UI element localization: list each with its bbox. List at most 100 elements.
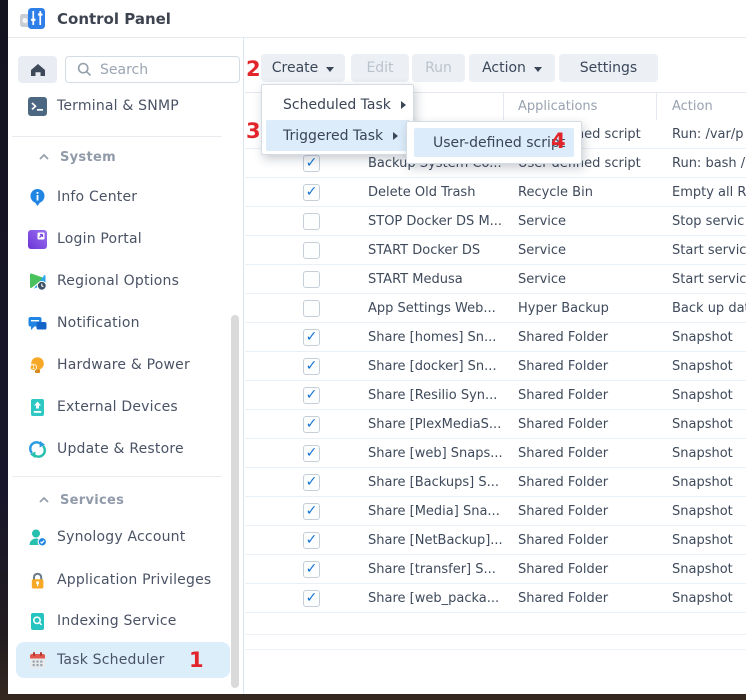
- cell-task-name: App Settings Web...: [368, 301, 496, 316]
- menu-item-triggered-task[interactable]: Triggered Task: [266, 120, 410, 151]
- sidebar-group-label: Services: [60, 493, 124, 508]
- menu-item-user-defined-script[interactable]: User-defined script: [414, 128, 574, 157]
- sidebar-item-application-privileges[interactable]: Application Privileges: [16, 563, 230, 597]
- sidebar-item-login-portal[interactable]: Login Portal: [16, 222, 230, 256]
- row-checkbox[interactable]: ✓: [303, 329, 320, 346]
- sidebar-item-terminal-snmp[interactable]: Terminal & SNMP: [16, 89, 230, 123]
- edit-button[interactable]: Edit: [351, 54, 409, 82]
- table-row[interactable]: ✓ Share [Backups] S... Shared Folder Sna…: [245, 468, 746, 497]
- cell-task-name: Share [web_packa...: [368, 591, 499, 606]
- sidebar-item-label: Regional Options: [57, 273, 179, 289]
- row-checkbox[interactable]: ✓: [303, 387, 320, 404]
- update-restore-icon: [28, 440, 47, 459]
- table-footer-line: [245, 649, 746, 650]
- action-button[interactable]: Action: [469, 54, 555, 82]
- application-privileges-icon: [28, 571, 47, 590]
- edit-button-label: Edit: [366, 60, 393, 76]
- row-checkbox[interactable]: [303, 213, 320, 230]
- cell-applications: Shared Folder: [518, 359, 608, 374]
- row-checkbox[interactable]: ✓: [303, 155, 320, 172]
- sidebar-item-label: Notification: [57, 315, 140, 331]
- sidebar-item-label: Task Scheduler: [57, 652, 165, 668]
- annotation-4: 4: [551, 131, 566, 152]
- table-row[interactable]: STOP Docker DS M... Service Stop servic: [245, 207, 746, 236]
- sidebar-item-synology-account[interactable]: Synology Account: [16, 520, 230, 554]
- cell-task-name: Share [Media] Sna...: [368, 504, 500, 519]
- table-row[interactable]: ✓ Share [NetBackup]... Shared Folder Sna…: [245, 526, 746, 555]
- sidebar-item-label: Terminal & SNMP: [57, 98, 179, 114]
- cell-applications: Shared Folder: [518, 417, 608, 432]
- row-checkbox[interactable]: ✓: [303, 445, 320, 462]
- cell-applications: Shared Folder: [518, 446, 608, 461]
- table-row[interactable]: App Settings Web... Hyper Backup Back up…: [245, 294, 746, 323]
- sidebar-item-update-restore[interactable]: Update & Restore: [16, 432, 230, 466]
- table-row[interactable]: ✓ Share [transfer] S... Shared Folder Sn…: [245, 555, 746, 584]
- home-button[interactable]: [18, 56, 57, 83]
- check-icon: ✓: [306, 185, 318, 199]
- settings-button-label: Settings: [580, 60, 637, 76]
- row-checkbox[interactable]: ✓: [303, 474, 320, 491]
- sidebar-item-label: Login Portal: [57, 231, 142, 247]
- table-row[interactable]: ✓ Share [homes] Sn... Shared Folder Snap…: [245, 323, 746, 352]
- table-row[interactable]: ✓ Share [docker] Sn... Shared Folder Sna…: [245, 352, 746, 381]
- row-checkbox[interactable]: ✓: [303, 590, 320, 607]
- create-button[interactable]: Create: [261, 54, 345, 82]
- sidebar-scrollbar[interactable]: [231, 315, 239, 688]
- cell-action: Run: bash /: [672, 156, 745, 171]
- sidebar-item-hardware-power[interactable]: 1 Hardware & Power: [16, 348, 230, 382]
- indexing-service-icon: [28, 612, 47, 631]
- sidebar-item-label: Info Center: [57, 189, 137, 205]
- table-row[interactable]: START Docker DS Service Start servic: [245, 236, 746, 265]
- cell-task-name: Share [NetBackup]...: [368, 533, 503, 548]
- search-input[interactable]: Search: [65, 56, 240, 83]
- sidebar-item-info-center[interactable]: Info Center: [16, 180, 230, 214]
- row-checkbox[interactable]: [303, 242, 320, 259]
- header-action[interactable]: Action: [672, 99, 713, 114]
- row-checkbox[interactable]: ✓: [303, 416, 320, 433]
- sidebar-item-regional-options[interactable]: Regional Options: [16, 264, 230, 298]
- row-checkbox[interactable]: [303, 271, 320, 288]
- menu-item-scheduled-task[interactable]: Scheduled Task: [266, 89, 410, 120]
- check-icon: ✓: [306, 533, 318, 547]
- terminal-icon: [28, 97, 47, 116]
- row-checkbox[interactable]: ✓: [303, 184, 320, 201]
- check-icon: ✓: [306, 156, 318, 170]
- row-checkbox[interactable]: ✓: [303, 561, 320, 578]
- cell-applications: Service: [518, 272, 566, 287]
- chevron-down-icon: [534, 67, 542, 72]
- cell-task-name: START Medusa: [368, 272, 463, 287]
- cell-task-name: Share [homes] Sn...: [368, 330, 496, 345]
- menu-item-label: Scheduled Task: [283, 97, 391, 113]
- row-checkbox[interactable]: [303, 300, 320, 317]
- table-row[interactable]: ✓ Share [PlexMediaS... Shared Folder Sna…: [245, 410, 746, 439]
- sidebar-item-external-devices[interactable]: External Devices: [16, 390, 230, 424]
- table-row[interactable]: ✓ Delete Old Trash Recycle Bin Empty all…: [245, 178, 746, 207]
- header-applications[interactable]: Applications: [518, 99, 597, 114]
- check-icon: ✓: [306, 359, 318, 373]
- sidebar-group-services[interactable]: Services: [16, 486, 230, 514]
- row-checkbox[interactable]: ✓: [303, 358, 320, 375]
- sidebar-group-system[interactable]: System: [16, 143, 230, 171]
- sidebar-item-notification[interactable]: Notification: [16, 306, 230, 340]
- window-title: Control Panel: [57, 10, 171, 28]
- cell-action: Snapshot: [672, 504, 733, 519]
- row-checkbox[interactable]: ✓: [303, 503, 320, 520]
- row-checkbox[interactable]: ✓: [303, 532, 320, 549]
- table-row[interactable]: ✓ Share [Resilio Syn... Shared Folder Sn…: [245, 381, 746, 410]
- run-button[interactable]: Run: [412, 54, 465, 82]
- cell-action: Empty all R: [672, 185, 746, 200]
- sidebar-item-indexing-service[interactable]: Indexing Service: [16, 604, 230, 638]
- cell-applications: Shared Folder: [518, 388, 608, 403]
- chevron-down-icon: [326, 67, 334, 72]
- table-row[interactable]: ✓ Share [web_packa... Shared Folder Snap…: [245, 584, 746, 613]
- table-row[interactable]: ✓ Share [Media] Sna... Shared Folder Sna…: [245, 497, 746, 526]
- sidebar-divider: [12, 136, 222, 137]
- cell-applications: Hyper Backup: [518, 301, 609, 316]
- cell-applications: Shared Folder: [518, 562, 608, 577]
- table-row[interactable]: START Medusa Service Start servic: [245, 265, 746, 294]
- settings-button[interactable]: Settings: [559, 54, 658, 82]
- table-row[interactable]: ✓ Share [web] Snaps... Shared Folder Sna…: [245, 439, 746, 468]
- cell-action: Stop servic: [672, 214, 744, 229]
- search-placeholder: Search: [100, 62, 148, 78]
- search-icon: [77, 62, 92, 77]
